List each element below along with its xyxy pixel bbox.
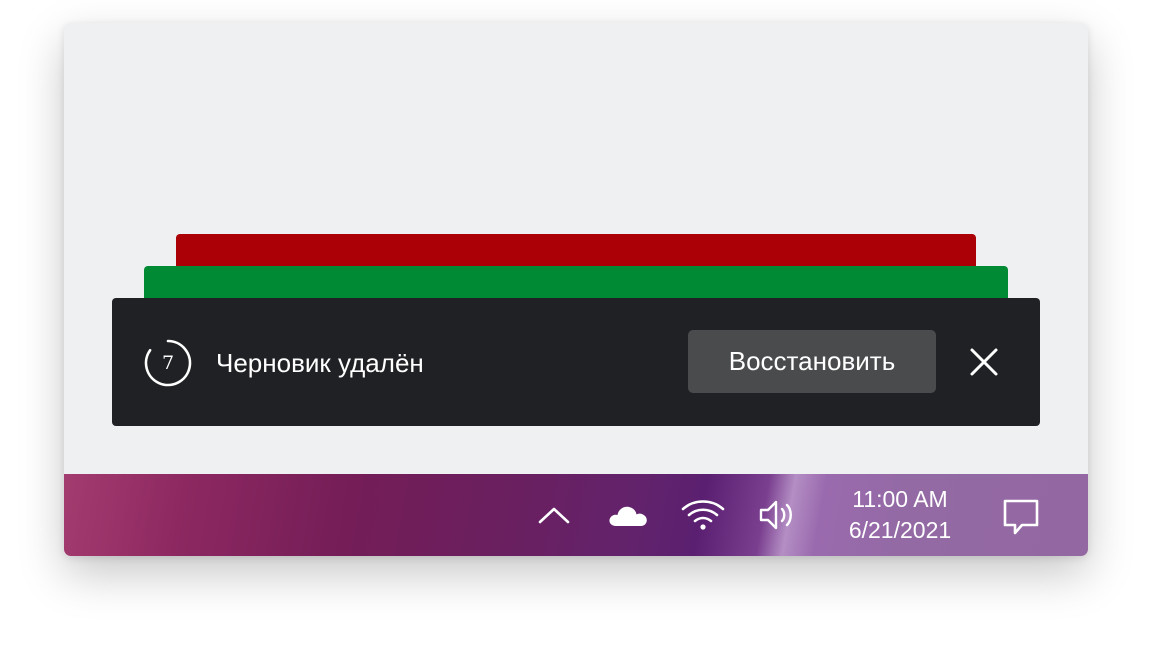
clock-date: 6/21/2021 bbox=[848, 517, 952, 543]
app-window: 7 Черновик удалён Восстановить 11:00 AM … bbox=[64, 23, 1088, 556]
undo-toast: 7 Черновик удалён Восстановить bbox=[112, 298, 1040, 426]
volume-button[interactable] bbox=[758, 496, 798, 534]
cloud-icon bbox=[609, 506, 647, 526]
wifi-button[interactable] bbox=[680, 496, 726, 534]
countdown-value: 7 bbox=[161, 352, 175, 374]
action-center-icon bbox=[1003, 499, 1039, 535]
taskbar: 11:00 AM 6/21/2021 bbox=[64, 474, 1088, 556]
cloud-sync-button[interactable] bbox=[606, 498, 650, 532]
countdown-timer: 7 bbox=[143, 338, 193, 388]
clock-time: 11:00 AM bbox=[852, 486, 948, 512]
action-center-button[interactable] bbox=[1000, 496, 1042, 538]
restore-button[interactable]: Восстановить bbox=[688, 330, 936, 393]
show-hidden-icons-button[interactable] bbox=[536, 500, 572, 532]
chevron-up-icon bbox=[538, 507, 570, 524]
taskbar-clock[interactable]: 11:00 AM 6/21/2021 bbox=[826, 484, 974, 546]
toast-message: Черновик удалён bbox=[216, 348, 424, 378]
wifi-icon bbox=[681, 500, 725, 530]
close-button[interactable] bbox=[960, 338, 1008, 386]
close-icon bbox=[970, 348, 998, 376]
volume-icon bbox=[759, 500, 792, 530]
